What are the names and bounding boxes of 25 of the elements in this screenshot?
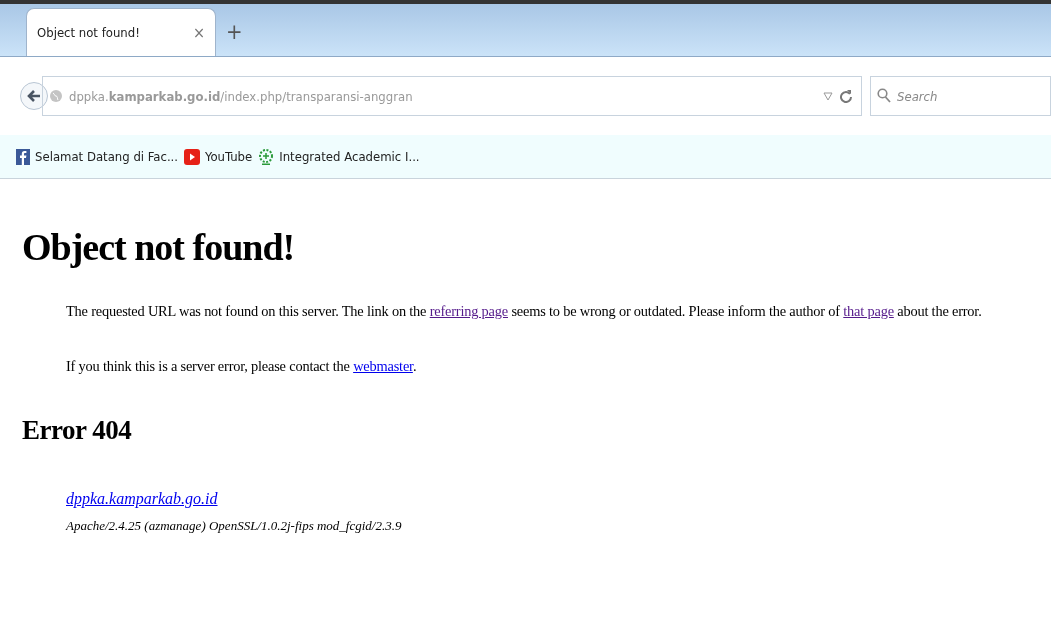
dropdown-triangle-icon[interactable] [823, 91, 833, 101]
page-heading: Object not found! [22, 225, 296, 269]
server-link[interactable]: dppka.kamparkab.go.id [66, 490, 218, 508]
error-code-heading: Error 404 [22, 415, 133, 446]
search-field[interactable]: Search [870, 76, 1051, 116]
bookmark-link[interactable]: Integrated Academic I... [258, 147, 420, 166]
bookmark-link[interactable]: YouTube [184, 148, 253, 165]
text-link[interactable]: webmaster [353, 358, 413, 374]
bookmark-link[interactable]: Selamat Datang di Fac... [16, 148, 179, 165]
browser-tab[interactable]: Object not found! × [26, 8, 216, 56]
reload-icon[interactable] [839, 89, 853, 103]
back-button[interactable] [20, 82, 48, 110]
play-icon [184, 148, 201, 165]
back-arrow-icon [26, 88, 42, 104]
emblem-icon [258, 147, 275, 166]
server-signature: Apache/2.4.25 (azmanage) OpenSSL/1.0.2j-fips mod_fcgid/2.3.9 [66, 518, 403, 534]
error-message: If you think this is a server error, please contact the webmaster. [66, 358, 418, 375]
text-link[interactable]: that page [843, 303, 894, 319]
letter-f-icon [16, 148, 30, 165]
close-tab-button[interactable]: × [192, 23, 205, 42]
text-link[interactable]: referring page [429, 303, 508, 319]
search-icon [877, 88, 891, 103]
error-message: The requested URL was not found on this server. The link on the referring page seems to be wrong or outdated. Please inform the author of that page about the error. [66, 303, 983, 320]
globe-icon [49, 89, 63, 103]
new-tab-button[interactable]: + [226, 19, 243, 44]
